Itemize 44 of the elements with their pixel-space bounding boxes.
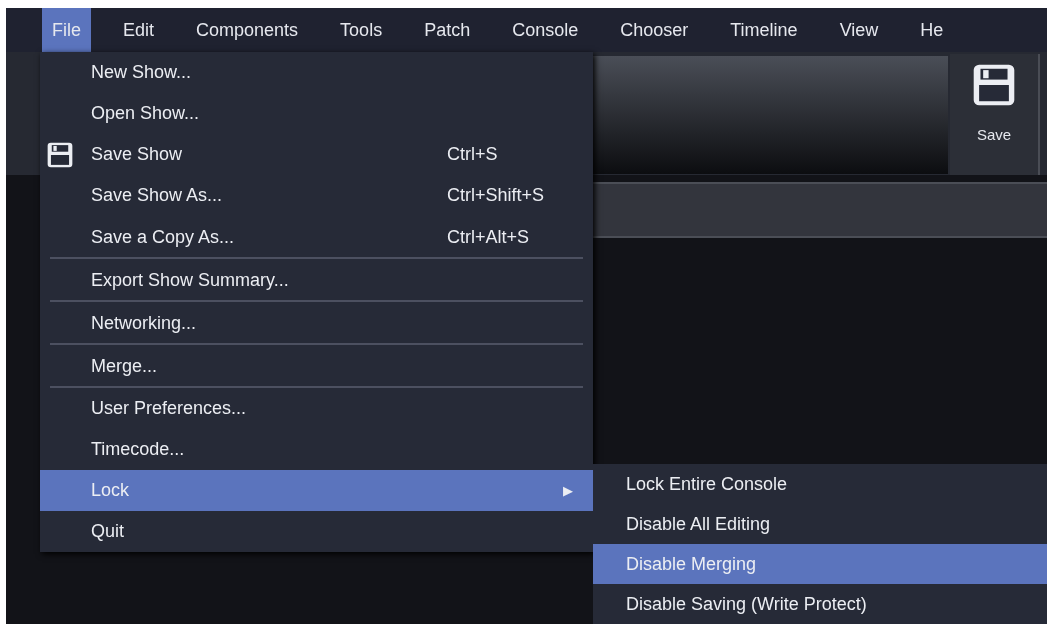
shortcut-text: Ctrl+Alt+S (447, 226, 530, 249)
menu-item[interactable]: Open Show... (40, 93, 593, 134)
menu-item-label: Networking... (91, 312, 197, 335)
menu-item[interactable]: Timecode... (40, 429, 593, 470)
save-icon (46, 140, 74, 169)
menu-item-label: Export Show Summary... (91, 269, 289, 292)
menu-item[interactable]: View (829, 8, 889, 52)
menu-item[interactable]: Save Show As... Ctrl+Shift+S (40, 175, 593, 216)
menu-item[interactable]: User Preferences... (40, 388, 593, 429)
save-button[interactable]: Save (950, 54, 1040, 175)
menu-item[interactable]: Save Show Ctrl+S (40, 134, 593, 175)
menu-item-label: Save Show As... (91, 184, 223, 207)
menu-item[interactable]: Networking... (40, 302, 593, 345)
menu-item[interactable]: He (910, 8, 954, 52)
menu-item[interactable]: Export Show Summary... (40, 259, 593, 302)
menu-item[interactable]: Quit (40, 511, 593, 552)
submenu-item[interactable]: Disable Saving (Write Protect) (593, 584, 1047, 624)
menu-item[interactable]: Chooser (610, 8, 699, 52)
menu-item[interactable]: New Show... (40, 52, 593, 93)
menu-item[interactable]: Patch (414, 8, 481, 52)
menu-item-label: Merge... (91, 355, 158, 378)
menu-item-label: New Show... (91, 61, 192, 84)
shortcut-text: Ctrl+Shift+S (447, 184, 545, 207)
submenu-item[interactable]: Disable Merging (593, 544, 1047, 584)
menu-item-label: Open Show... (91, 102, 200, 125)
menu-item[interactable]: File (42, 8, 91, 52)
menu-item-label: Timecode... (91, 438, 185, 461)
menu-item-label: Quit (91, 520, 124, 543)
menu-item[interactable]: Lock ▶ (40, 470, 593, 511)
menu-item[interactable]: Save a Copy As... Ctrl+Alt+S (40, 216, 593, 259)
submenu-arrow-icon: ▶ (563, 480, 573, 501)
menu-item[interactable]: Console (502, 8, 589, 52)
menu-item[interactable]: Tools (330, 8, 393, 52)
menu-item[interactable]: Merge... (40, 345, 593, 388)
menu-item[interactable]: Timeline (720, 8, 808, 52)
menu-item-label: Save a Copy As... (91, 226, 235, 249)
menu-item-label: User Preferences... (91, 397, 247, 420)
submenu-item[interactable]: Disable All Editing (593, 504, 1047, 544)
menu-item[interactable]: Edit (113, 8, 165, 52)
menu-item-label: Lock (91, 479, 130, 502)
shortcut-text: Ctrl+S (447, 143, 498, 166)
submenu-item[interactable]: Lock Entire Console (593, 464, 1047, 504)
menu-item[interactable]: Components (186, 8, 309, 52)
menu-item-label: Save Show (91, 143, 183, 166)
